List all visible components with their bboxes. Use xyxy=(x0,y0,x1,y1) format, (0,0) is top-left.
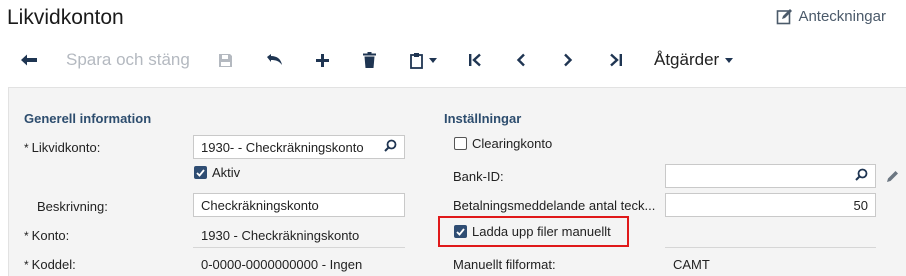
notes-button[interactable]: Anteckningar xyxy=(776,8,886,25)
konto-label: * Konto: xyxy=(24,228,70,243)
copy-dropdown-button[interactable] xyxy=(404,40,442,80)
required-marker: * xyxy=(24,229,29,243)
clearingkonto-label: Clearingkonto xyxy=(472,136,553,151)
back-arrow-icon xyxy=(20,53,38,67)
betalningsmeddelande-label: Betalningsmeddelande antal teck... xyxy=(453,198,656,213)
highlight-box xyxy=(438,216,629,247)
trash-icon xyxy=(362,52,376,68)
bank-id-label: Bank-ID: xyxy=(453,169,504,184)
edit-bank-id-button[interactable] xyxy=(883,166,901,186)
filformat-label: Manuellt filformat: xyxy=(453,257,556,272)
filformat-value: CAMT xyxy=(673,257,710,272)
checkbox-checked-icon xyxy=(194,166,207,179)
divider xyxy=(665,247,876,248)
settings-heading: Inställningar xyxy=(444,111,522,126)
aktiv-label: Aktiv xyxy=(212,165,241,180)
previous-record-button[interactable] xyxy=(510,40,532,80)
konto-value: 1930 - Checkräkningskonto xyxy=(201,228,360,243)
likvidkonto-value: 1930- - Checkräkningskonto xyxy=(201,139,364,155)
last-page-icon xyxy=(609,53,623,67)
betalningsmeddelande-field[interactable]: 50 xyxy=(665,193,876,217)
page-title: Likvidkonton xyxy=(7,6,124,29)
undo-button[interactable] xyxy=(263,40,285,80)
likvidkonto-label: * Likvidkonto: xyxy=(24,140,101,155)
required-marker: * xyxy=(24,141,29,155)
clipboard-icon xyxy=(409,52,424,69)
likvidkonto-field[interactable]: 1930- - Checkräkningskonto xyxy=(193,135,405,159)
search-icon xyxy=(384,139,397,155)
beskrivning-field[interactable]: Checkräkningskonto xyxy=(193,193,405,217)
chevron-right-icon xyxy=(563,53,573,67)
floppy-disk-icon xyxy=(218,53,233,68)
undo-icon xyxy=(266,53,283,67)
toolbar: Spara och stäng Åtgärder xyxy=(0,40,906,80)
pencil-icon xyxy=(886,170,899,183)
page-header: Likvidkonton Anteckningar xyxy=(0,0,906,36)
checkbox-unchecked-icon xyxy=(454,137,467,150)
notes-label: Anteckningar xyxy=(798,8,886,25)
search-icon xyxy=(855,168,868,184)
save-and-close-button[interactable]: Spara och stäng xyxy=(66,40,190,80)
first-page-icon xyxy=(468,53,482,67)
required-marker: * xyxy=(24,258,29,272)
actions-label: Åtgärder xyxy=(654,50,720,69)
koddel-value: 0-0000-0000000000 - Ingen xyxy=(201,257,363,272)
koddel-label: * Koddel: xyxy=(24,257,76,272)
plus-icon xyxy=(315,53,330,68)
first-record-button[interactable] xyxy=(464,40,486,80)
delete-button[interactable] xyxy=(358,40,380,80)
actions-menu-button[interactable]: Åtgärder xyxy=(654,40,738,80)
divider xyxy=(193,247,405,248)
back-button[interactable] xyxy=(16,40,42,80)
caret-down-icon xyxy=(725,57,734,63)
caret-down-icon xyxy=(428,57,437,63)
beskrivning-value: Checkräkningskonto xyxy=(201,197,319,213)
bank-id-field[interactable] xyxy=(665,164,876,188)
beskrivning-label: Beskrivning: xyxy=(37,199,108,214)
clearingkonto-checkbox[interactable]: Clearingkonto xyxy=(454,136,552,151)
aktiv-checkbox[interactable]: Aktiv xyxy=(194,165,240,180)
general-info-heading: Generell information xyxy=(24,111,152,126)
last-record-button[interactable] xyxy=(605,40,627,80)
edit-note-icon xyxy=(776,8,793,25)
betalningsmeddelande-value: 50 xyxy=(853,197,868,213)
save-button[interactable] xyxy=(214,40,236,80)
chevron-left-icon xyxy=(516,53,526,67)
next-record-button[interactable] xyxy=(557,40,579,80)
add-button[interactable] xyxy=(311,40,333,80)
